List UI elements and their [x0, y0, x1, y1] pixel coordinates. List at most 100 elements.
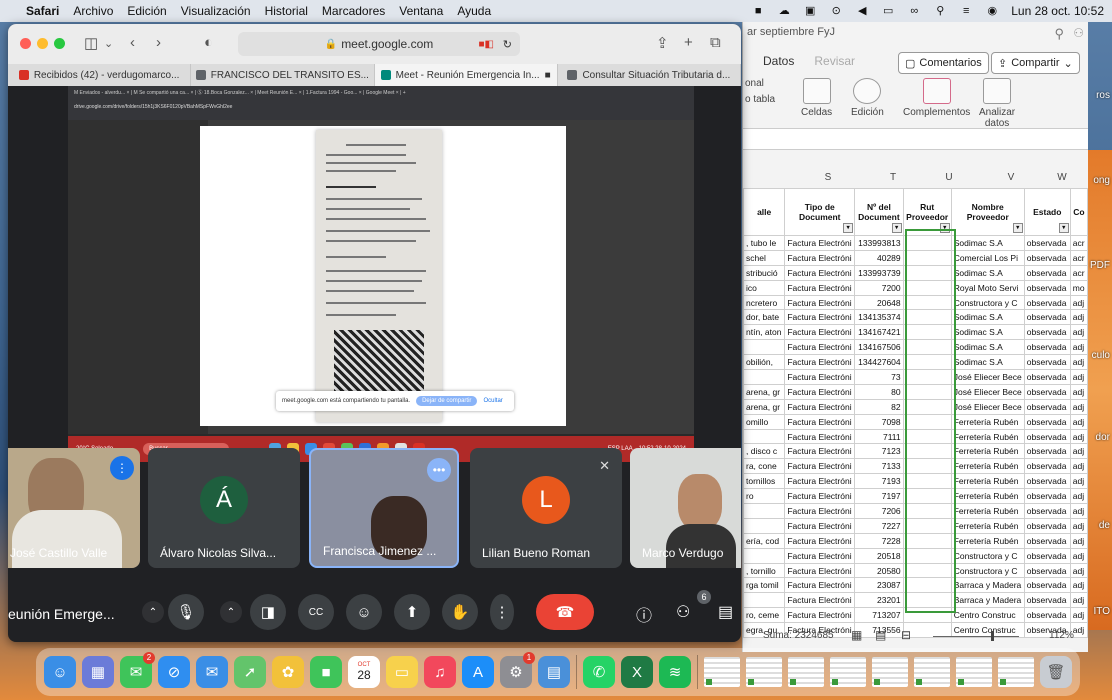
- table-cell[interactable]: Sodimac S.A: [950, 354, 1025, 371]
- table-cell[interactable]: [902, 488, 952, 505]
- table-cell[interactable]: adj: [1069, 562, 1088, 579]
- people-icon[interactable]: ⚇: [1073, 26, 1084, 40]
- column-header[interactable]: U: [921, 170, 977, 186]
- minimize-window-button[interactable]: [37, 38, 48, 49]
- table-cell[interactable]: rga tomil: [743, 577, 786, 594]
- table-cell[interactable]: [902, 309, 952, 326]
- table-cell[interactable]: [902, 339, 952, 356]
- sidebar-icon[interactable]: ◫: [84, 34, 98, 52]
- table-row[interactable]: , disco c Factura Electróni 7123 Ferretería…: [743, 443, 1088, 460]
- table-cell[interactable]: Ferretería Rubén: [950, 428, 1025, 445]
- table-cell[interactable]: [902, 607, 952, 624]
- table-cell[interactable]: Sodimac S.A: [950, 309, 1025, 326]
- forward-icon[interactable]: ›: [156, 34, 161, 51]
- complements-button[interactable]: Complementos: [903, 78, 970, 118]
- preview-icon[interactable]: ▤: [538, 656, 570, 688]
- minimized-window-thumbnail[interactable]: [956, 657, 992, 687]
- table-cell[interactable]: Ferretería Rubén: [950, 532, 1025, 549]
- table-cell[interactable]: [902, 592, 952, 609]
- table-cell[interactable]: adj: [1069, 383, 1088, 400]
- chevron-down-icon[interactable]: ⌄: [104, 37, 113, 50]
- mail-icon[interactable]: ✉: [196, 656, 228, 688]
- table-cell[interactable]: [902, 458, 952, 475]
- table-cell[interactable]: Factura Electróni: [784, 324, 856, 341]
- table-cell[interactable]: observada: [1023, 294, 1071, 311]
- music-icon[interactable]: ♫: [424, 656, 456, 688]
- meeting-info-icon[interactable]: ⓘ: [636, 602, 652, 626]
- zoom-window-button[interactable]: [54, 38, 65, 49]
- table-cell[interactable]: ería, cod: [743, 532, 786, 549]
- table-cell[interactable]: arena, gr: [743, 398, 786, 415]
- table-cell[interactable]: 134167421: [854, 324, 904, 341]
- table-cell[interactable]: José Eliecer Bece: [950, 369, 1025, 385]
- meeting-title[interactable]: eunión Emerge...: [8, 606, 115, 622]
- facetime-icon[interactable]: ■: [310, 656, 342, 688]
- formula-bar[interactable]: [743, 128, 1088, 150]
- table-cell[interactable]: observada: [1023, 458, 1071, 475]
- table-cell[interactable]: José Eliecer Bece: [950, 398, 1025, 415]
- table-cell[interactable]: adj: [1069, 547, 1088, 564]
- spotify-icon[interactable]: ≋: [659, 656, 691, 688]
- filter-dropdown-icon[interactable]: ▾: [1012, 223, 1023, 233]
- table-cell[interactable]: José Eliecer Bece: [950, 383, 1025, 400]
- filter-dropdown-icon[interactable]: ▾: [891, 223, 902, 233]
- table-cell[interactable]: adj: [1069, 607, 1088, 624]
- table-cell[interactable]: [743, 503, 786, 519]
- minimized-window-thumbnail[interactable]: [788, 657, 824, 687]
- column-header-cell[interactable]: Tipo de Document ▾: [784, 188, 856, 236]
- excel-icon[interactable]: X: [621, 656, 653, 688]
- table-row[interactable]: Factura Electróni 7206 Ferretería Rubén obs…: [743, 503, 1088, 519]
- table-cell[interactable]: adj: [1069, 443, 1088, 460]
- table-cell[interactable]: Factura Electróni: [784, 547, 856, 564]
- finder-icon[interactable]: ☺: [44, 656, 76, 688]
- table-cell[interactable]: [902, 473, 952, 490]
- table-cell[interactable]: observada: [1023, 249, 1071, 266]
- play-icon[interactable]: ⊙: [829, 5, 843, 17]
- table-cell[interactable]: Constructora y C: [950, 547, 1025, 564]
- table-cell[interactable]: ra, cone: [743, 458, 786, 475]
- column-header[interactable]: V: [977, 170, 1045, 186]
- table-cell[interactable]: 7228: [854, 532, 904, 549]
- table-cell[interactable]: 7193: [854, 473, 904, 490]
- table-cell[interactable]: Factura Electróni: [784, 249, 856, 266]
- table-cell[interactable]: adj: [1069, 369, 1088, 385]
- table-cell[interactable]: observada: [1023, 309, 1071, 326]
- table-cell[interactable]: [902, 279, 952, 296]
- tab-overview-icon[interactable]: ⧉: [710, 34, 721, 51]
- table-cell[interactable]: arena, gr: [743, 383, 786, 400]
- table-cell[interactable]: observada: [1023, 369, 1071, 385]
- table-cell[interactable]: 7206: [854, 503, 904, 519]
- table-cell[interactable]: adj: [1069, 309, 1088, 326]
- table-cell[interactable]: [743, 369, 786, 385]
- table-cell[interactable]: 7111: [854, 428, 904, 445]
- table-cell[interactable]: Factura Electróni: [784, 294, 856, 311]
- table-cell[interactable]: Sodimac S.A: [950, 264, 1025, 281]
- tab-meet[interactable]: Meet - Reunión Emergencia In... ■: [374, 64, 558, 86]
- address-bar[interactable]: 🔒 meet.google.com ■◧ ↻: [238, 32, 520, 56]
- notes-icon[interactable]: ▭: [386, 656, 418, 688]
- column-header[interactable]: S: [791, 170, 865, 186]
- table-cell[interactable]: Constructora y C: [950, 562, 1025, 579]
- table-cell[interactable]: schel: [743, 249, 786, 266]
- table-cell[interactable]: [743, 339, 786, 356]
- table-cell[interactable]: observada: [1023, 264, 1071, 281]
- table-cell[interactable]: [902, 428, 952, 445]
- camera-button[interactable]: ◨: [250, 594, 286, 630]
- column-header-cell[interactable]: Estado ▾: [1023, 188, 1071, 236]
- table-cell[interactable]: 713207: [854, 607, 904, 624]
- table-cell[interactable]: Factura Electróni: [784, 279, 856, 296]
- spreadsheet-grid[interactable]: alle Tipo de Document ▾ Nº del Document ▾ Rut…: [743, 188, 1088, 639]
- table-cell[interactable]: adj: [1069, 488, 1088, 505]
- table-cell[interactable]: Factura Electróni: [784, 473, 856, 490]
- table-cell[interactable]: observada: [1023, 503, 1071, 519]
- table-cell[interactable]: Ferretería Rubén: [950, 473, 1025, 490]
- table-row[interactable]: arena, gr Factura Electróni 80 José Eliecer…: [743, 383, 1088, 400]
- table-cell[interactable]: Ferretería Rubén: [950, 443, 1025, 460]
- cells-button[interactable]: Celdas: [801, 78, 832, 118]
- table-cell[interactable]: obilión,: [743, 354, 786, 371]
- table-cell[interactable]: acr: [1069, 235, 1088, 251]
- privacy-shield-icon[interactable]: ◐: [204, 34, 213, 51]
- table-cell[interactable]: , tubo le: [743, 235, 786, 251]
- filter-dropdown-icon[interactable]: ▾: [843, 223, 854, 233]
- table-cell[interactable]: [902, 577, 952, 594]
